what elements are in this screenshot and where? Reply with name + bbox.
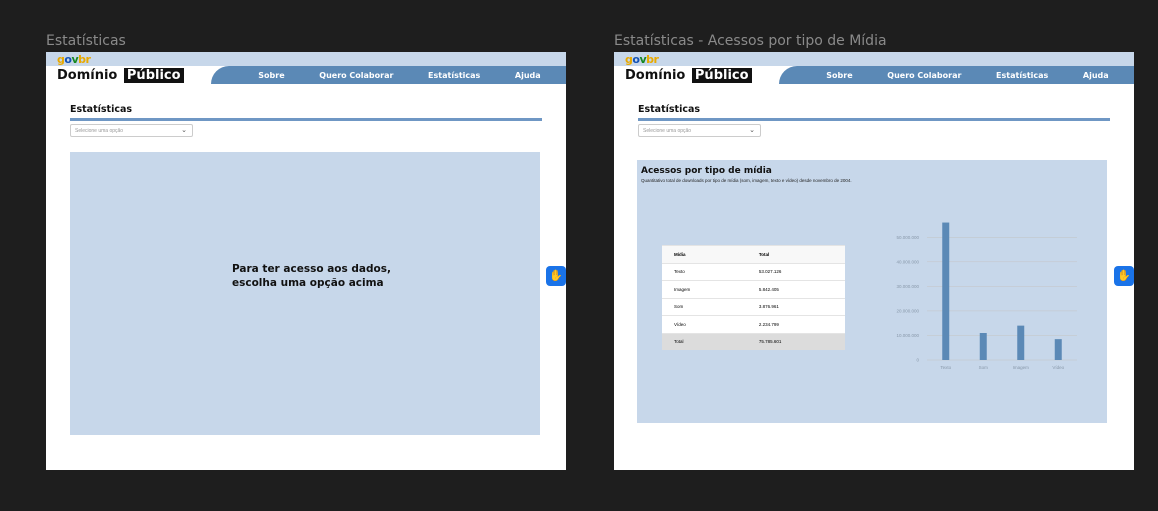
bar-imagem <box>1017 325 1025 360</box>
brand-right: Público <box>691 68 752 83</box>
section-title: Estatísticas <box>70 104 133 115</box>
frame-title-2: Estatísticas - Acessos por tipo de Mídia <box>614 33 887 49</box>
select-placeholder: Selecione uma opção <box>643 128 692 134</box>
bar-texto <box>942 222 950 360</box>
top-bar <box>46 52 566 66</box>
nav-item-estatisticas[interactable]: Estatísticas <box>996 71 1048 80</box>
chevron-down-icon: ⌄ <box>181 127 187 134</box>
nav-item-ajuda[interactable]: Ajuda <box>1083 71 1109 80</box>
frame-title-1: Estatísticas <box>46 33 126 49</box>
nav-item-sobre[interactable]: Sobre <box>258 71 284 80</box>
y-tick-label: 30.000.000 <box>896 284 919 289</box>
site-brand[interactable]: Domínio Público <box>57 68 184 83</box>
brand-right: Público <box>123 68 184 83</box>
section-divider <box>638 118 1110 121</box>
nav-item-quero-colaborar[interactable]: Quero Colaborar <box>887 71 961 80</box>
sign-language-icon[interactable]: ✋ <box>1114 266 1134 286</box>
sign-language-icon[interactable]: ✋ <box>546 266 566 286</box>
x-tick-label: Texto <box>940 365 951 370</box>
x-tick-label: Vídeo <box>1052 365 1064 370</box>
main-nav: Sobre Quero Colaborar Estatísticas Ajuda <box>779 66 1134 84</box>
nav-item-ajuda[interactable]: Ajuda <box>515 71 541 80</box>
bar-vídeo <box>1054 339 1062 360</box>
select-placeholder: Selecione uma opção <box>75 128 124 134</box>
empty-state-message: Para ter acesso aos dados, escolha uma o… <box>232 262 391 290</box>
empty-state-panel: Para ter acesso aos dados, escolha uma o… <box>70 152 540 435</box>
nav-item-sobre[interactable]: Sobre <box>826 71 852 80</box>
y-tick-label: 10.000.000 <box>896 333 919 338</box>
media-bar-chart: 50.000.000 40.000.000 30.000.000 20.000.000… <box>896 222 1077 370</box>
y-tick-label: 20.000.000 <box>896 308 919 313</box>
x-tick-label: Imagem <box>1013 365 1030 370</box>
frame-estatisticas: govbr Domínio Público Sobre Quero Colabo… <box>46 52 566 470</box>
chevron-down-icon: ⌄ <box>749 127 755 134</box>
site-brand[interactable]: Domínio Público <box>625 68 752 83</box>
empty-state-line-2: escolha uma opção acima <box>232 277 384 289</box>
nav-item-quero-colaborar[interactable]: Quero Colaborar <box>319 71 393 80</box>
section-title: Estatísticas <box>638 104 701 115</box>
empty-state-line-1: Para ter acesso aos dados, <box>232 263 391 275</box>
nav-item-estatisticas[interactable]: Estatísticas <box>428 71 480 80</box>
y-tick-label: 50.000.000 <box>896 235 919 240</box>
brand-left: Domínio <box>625 68 686 83</box>
govbr-logo[interactable]: govbr <box>57 53 91 66</box>
brand-left: Domínio <box>57 68 118 83</box>
bar-som <box>979 333 987 360</box>
govbr-logo[interactable]: govbr <box>625 53 659 66</box>
x-tick-label: Som <box>979 365 989 370</box>
y-tick-label: 40.000.000 <box>896 259 919 264</box>
y-tick-label: 0 <box>916 358 919 363</box>
main-nav: Sobre Quero Colaborar Estatísticas Ajuda <box>211 66 566 84</box>
option-select[interactable]: Selecione uma opção ⌄ <box>638 124 761 137</box>
frame-acessos-midia: govbr Domínio Público Sobre Quero Colabo… <box>614 52 1134 470</box>
media-chart-panel: Acessos por tipo de mídia Quantitativo t… <box>637 160 1107 423</box>
option-select[interactable]: Selecione uma opção ⌄ <box>70 124 193 137</box>
section-divider <box>70 118 542 121</box>
top-bar <box>614 52 1134 66</box>
